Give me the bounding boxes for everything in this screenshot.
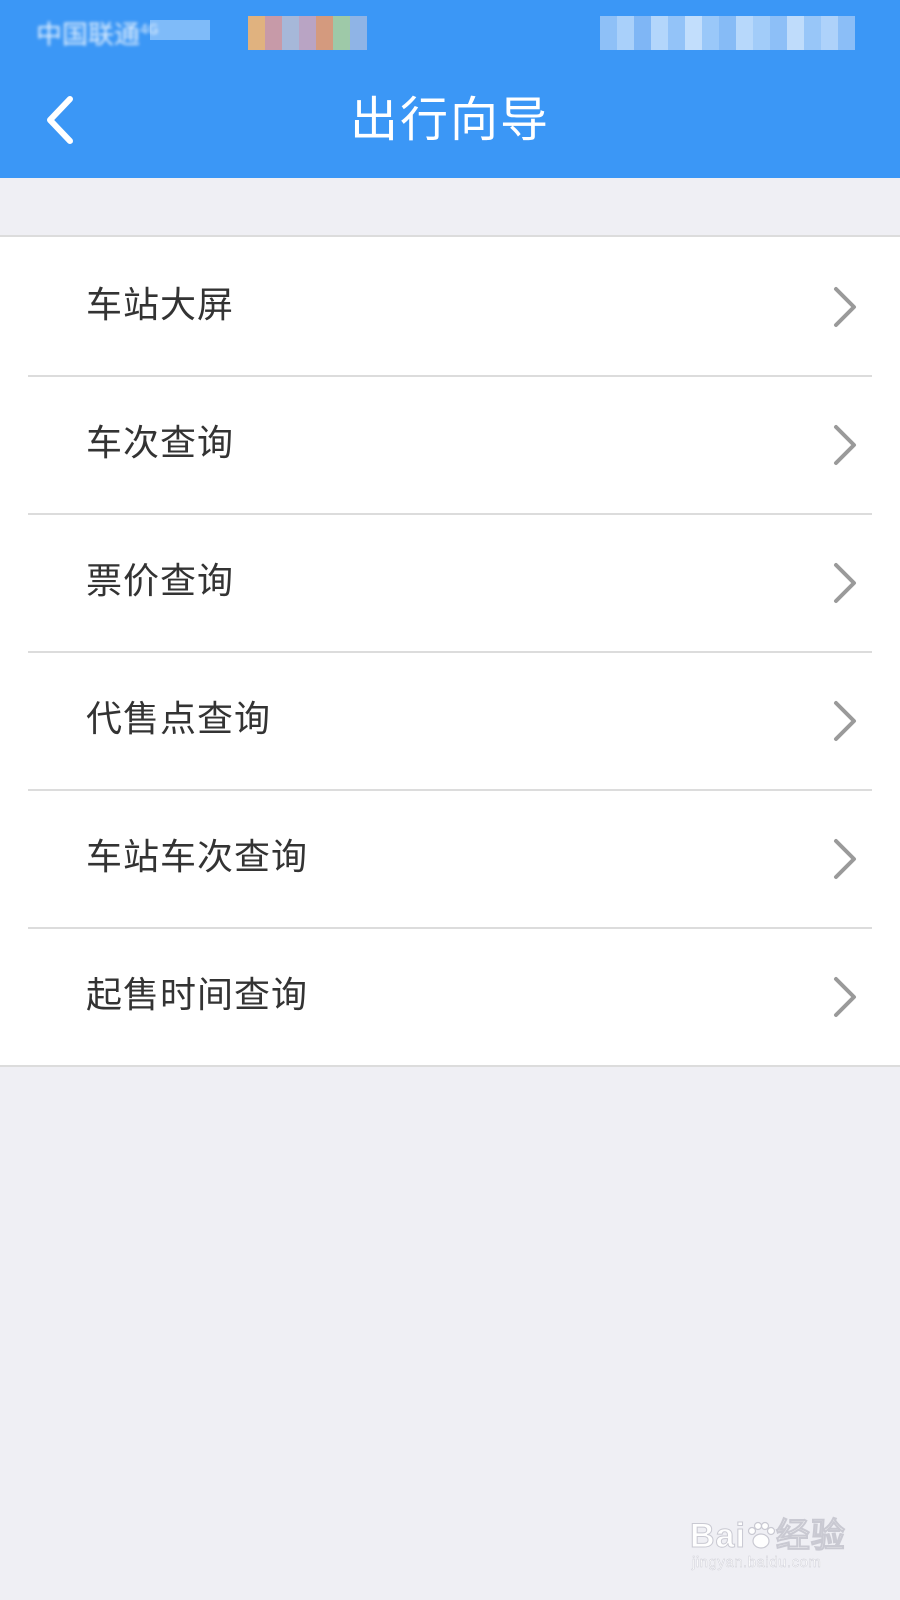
menu-item-station-screen[interactable]: 车站大屏 — [0, 237, 900, 375]
carrier-label: 中国联通 — [36, 20, 141, 51]
chevron-left-icon — [47, 96, 73, 144]
carrier-name: 中国联通4G — [36, 14, 158, 53]
menu-list: 车站大屏 车次查询 票价查询 代售点查询 车站车次查询 起售时间查询 — [0, 235, 900, 1067]
watermark: Bai 经验 jingyan.baidu.com — [690, 1508, 870, 1588]
menu-item-sale-time-query[interactable]: 起售时间查询 — [0, 927, 900, 1065]
menu-item-agency-query[interactable]: 代售点查询 — [0, 651, 900, 789]
navigation-bar: 出行向导 — [0, 62, 900, 178]
watermark-logo-text: Bai — [690, 1517, 746, 1556]
menu-item-label: 车站车次查询 — [86, 837, 309, 878]
menu-item-label: 车站大屏 — [86, 285, 235, 326]
chevron-right-icon — [834, 701, 856, 741]
menu-item-train-query[interactable]: 车次查询 — [0, 375, 900, 513]
menu-item-label: 票价查询 — [86, 561, 235, 602]
status-bar: 中国联通4G — [0, 0, 900, 62]
page-title: 出行向导 — [349, 92, 550, 148]
watermark-brand-text: 经验 — [775, 1517, 846, 1556]
menu-item-label: 代售点查询 — [86, 699, 272, 740]
blurred-status-right — [600, 16, 855, 50]
blurred-status-icons — [248, 16, 367, 50]
chevron-right-icon — [834, 839, 856, 879]
back-button[interactable] — [30, 86, 90, 154]
chevron-right-icon — [834, 977, 856, 1017]
blurred-status-block — [150, 20, 210, 40]
menu-item-label: 起售时间查询 — [86, 975, 309, 1016]
menu-item-label: 车次查询 — [86, 423, 235, 464]
chevron-right-icon — [834, 425, 856, 465]
watermark-logo: Bai 经验 — [690, 1508, 846, 1557]
menu-item-station-train-query[interactable]: 车站车次查询 — [0, 789, 900, 927]
chevron-right-icon — [834, 287, 856, 327]
chevron-right-icon — [834, 563, 856, 603]
menu-item-fare-query[interactable]: 票价查询 — [0, 513, 900, 651]
watermark-url: jingyan.baidu.com — [692, 1554, 822, 1571]
paw-icon — [747, 1521, 776, 1549]
